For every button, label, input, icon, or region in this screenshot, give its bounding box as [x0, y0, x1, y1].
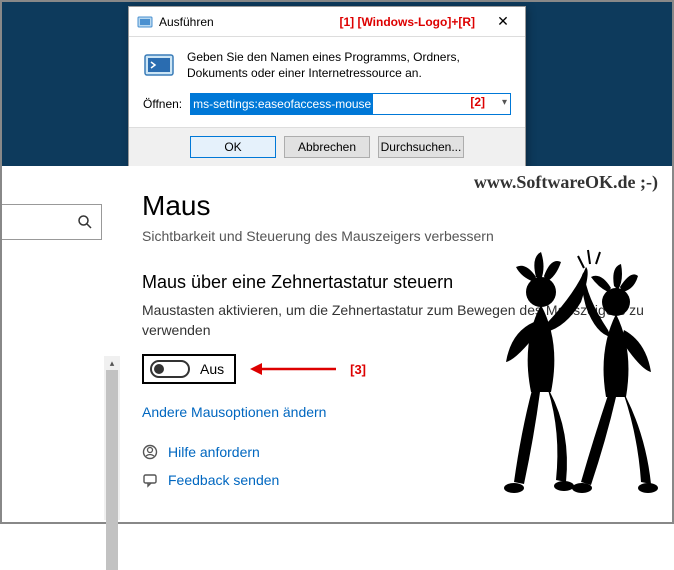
chevron-down-icon[interactable]: ▾ [502, 97, 507, 108]
run-input-row: Öffnen: ms-settings:easeofaccess-mouse [… [129, 85, 525, 127]
page-title: Maus [142, 190, 648, 222]
help-icon [142, 444, 158, 460]
annotation-1: [1] [Windows-Logo]+[R] [339, 15, 475, 29]
search-icon [77, 214, 93, 230]
annotation-3: [3] [350, 362, 366, 377]
close-button[interactable]: ✕ [483, 8, 523, 36]
run-body: Geben Sie den Namen eines Programms, Ord… [129, 37, 525, 85]
search-box-fragment[interactable] [2, 204, 102, 240]
watermark-text: www.SoftwareOK.de ;-) [474, 172, 658, 193]
arrow-annotation [248, 359, 338, 379]
toggle-knob [154, 364, 164, 374]
ok-button[interactable]: OK [190, 136, 276, 158]
run-description: Geben Sie den Namen eines Programms, Ord… [187, 49, 511, 81]
feedback-label: Feedback senden [168, 472, 279, 488]
run-titlebar: Ausführen [1] [Windows-Logo]+[R] ✕ [129, 7, 525, 37]
help-label: Hilfe anfordern [168, 444, 260, 460]
run-dialog: Ausführen [1] [Windows-Logo]+[R] ✕ Geben… [128, 6, 526, 173]
open-label: Öffnen: [143, 97, 182, 111]
toggle-highlight-box: Aus [142, 354, 236, 384]
decorative-silhouette [486, 232, 666, 512]
run-dialog-title: Ausführen [159, 15, 331, 29]
left-panel-fragment [2, 166, 102, 522]
cancel-button[interactable]: Abbrechen [284, 136, 370, 158]
browse-button[interactable]: Durchsuchen... [378, 136, 464, 158]
mouse-keys-toggle[interactable] [150, 360, 190, 378]
feedback-icon [142, 472, 158, 488]
annotation-2: [2] [470, 95, 485, 109]
run-input-selection: ms-settings:easeofaccess-mouse [191, 94, 373, 114]
run-program-icon [143, 49, 175, 81]
toggle-state-label: Aus [200, 361, 224, 377]
run-title-icon [137, 14, 153, 30]
